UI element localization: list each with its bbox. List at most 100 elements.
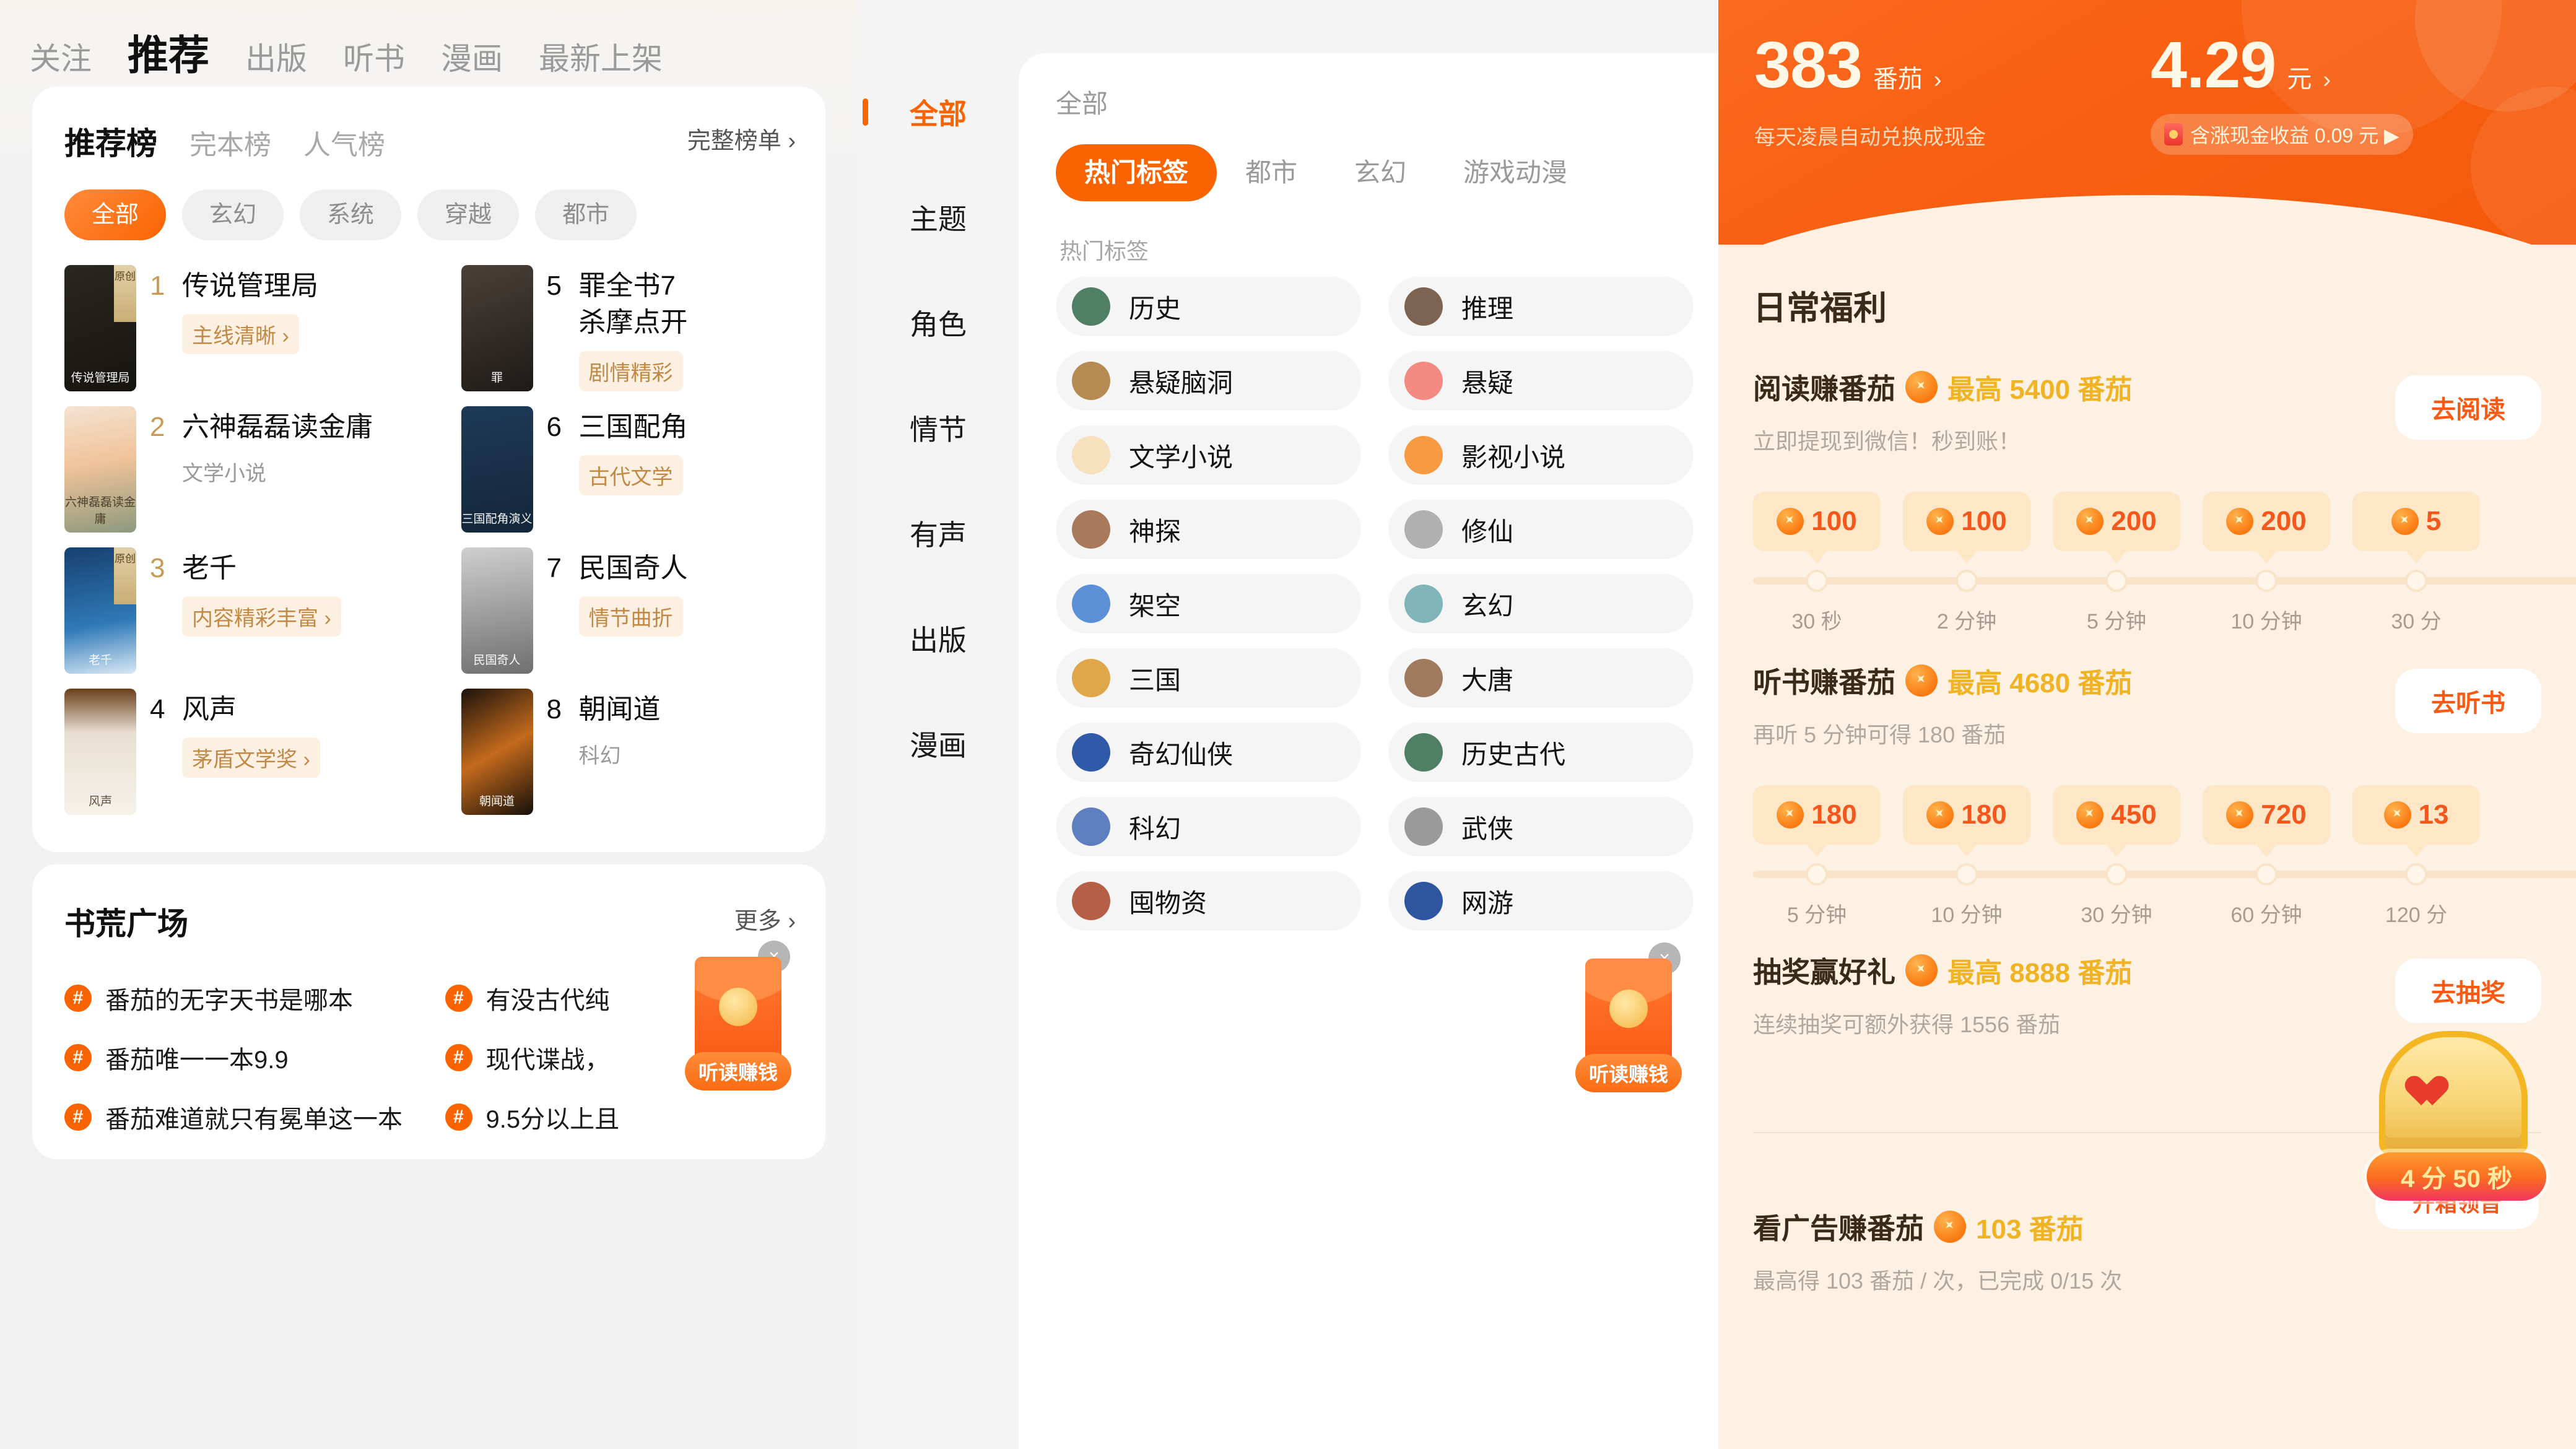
timeline-node[interactable]: 13 <box>2352 785 2480 845</box>
tag-label: 修仙 <box>1461 516 1514 546</box>
tag-item[interactable]: 三国 <box>1056 648 1361 708</box>
tag-item[interactable]: 武侠 <box>1388 797 1694 856</box>
sidebar-item-audio[interactable]: 有声 <box>858 481 1019 586</box>
book-meta: 1 传说管理局 主线清晰 › <box>136 265 318 355</box>
list-item[interactable]: # 番茄难道就只有冕单这一本 <box>64 1087 445 1147</box>
book-rank-number: 6 <box>546 412 562 442</box>
tag-item[interactable]: 修仙 <box>1388 500 1694 559</box>
tomato-balance-block[interactable]: 383 番茄 › 每天凌晨自动兑换成现金 <box>1754 32 2052 155</box>
rank-tab-completed[interactable]: 完本榜 <box>189 123 271 162</box>
tag-item[interactable]: 推理 <box>1388 277 1694 336</box>
tag-item[interactable]: 影视小说 <box>1388 425 1694 485</box>
tab-recommend[interactable]: 推荐 <box>128 22 209 82</box>
timeline-node[interactable]: 200 <box>2053 492 2180 551</box>
list-item[interactable]: # 9.5分以上且 <box>445 1087 826 1147</box>
chip-system[interactable]: 系统 <box>300 189 402 240</box>
tab-urban[interactable]: 都市 <box>1217 144 1326 201</box>
tab-publish[interactable]: 出版 <box>245 34 307 79</box>
tomato-balance: 383 番茄 › <box>1754 32 2052 98</box>
tab-hot-tags[interactable]: 热门标签 <box>1056 144 1217 201</box>
book-list-item[interactable]: 原创 传说管理局 1 传说管理局 主线清晰 › <box>32 265 429 401</box>
tab-follow[interactable]: 关注 <box>30 34 92 79</box>
timeline-node[interactable]: 5 <box>2352 492 2480 551</box>
mountain-icon <box>1404 585 1443 623</box>
book-meta: 5 罪全书7 杀摩点开 剧情精彩 <box>533 265 688 391</box>
sidebar-item-all[interactable]: 全部 <box>858 59 1019 165</box>
timeline-node[interactable]: 200 <box>2203 492 2330 551</box>
sidebar-item-plot[interactable]: 情节 <box>858 375 1019 481</box>
timeline-label: 10 分钟 <box>1931 903 2003 927</box>
tag-item[interactable]: 玄幻 <box>1388 574 1694 633</box>
tag-item[interactable]: 神探 <box>1056 500 1361 559</box>
full-ranking-link[interactable]: 完整榜单 › <box>687 121 796 155</box>
tag-item[interactable]: 悬疑 <box>1388 351 1694 411</box>
sidebar-item-comic[interactable]: 漫画 <box>858 691 1019 796</box>
detective-hat-icon <box>1404 287 1443 326</box>
timeline-node[interactable]: 720 <box>2203 785 2330 845</box>
book-list-item[interactable]: 风声 4 风声 茅盾文学奖 › <box>32 689 429 825</box>
book-tag[interactable]: 内容精彩丰富 › <box>182 596 341 637</box>
tab-audiobook[interactable]: 听书 <box>343 34 405 79</box>
tag-item[interactable]: 架空 <box>1056 574 1361 633</box>
chip-timetravel[interactable]: 穿越 <box>417 189 520 240</box>
go-listen-button[interactable]: 去听书 <box>2395 669 2541 733</box>
plaza-topic-label: 9.5分以上且 <box>485 1106 620 1133</box>
tag-item[interactable]: 大唐 <box>1388 648 1694 708</box>
timeline-node[interactable]: 450 <box>2053 785 2180 845</box>
book-list-item[interactable]: 原创 老千 3 老千 内容精彩丰富 › <box>32 547 429 684</box>
timeline-node[interactable]: 100 <box>1903 492 2030 551</box>
reward-block-listening: 听书赚番茄 最高 4680 番茄 再听 5 分钟可得 180 番茄 去听书 18… <box>1753 646 2576 940</box>
timeline-node[interactable]: 180 <box>1903 785 2030 845</box>
timeline-node[interactable]: 180 <box>1753 785 1881 845</box>
book-list-item[interactable]: 民国奇人 7 民国奇人 情节曲折 <box>429 547 826 684</box>
tab-game-anime[interactable]: 游戏动漫 <box>1435 144 1596 201</box>
tag-item[interactable]: 奇幻仙侠 <box>1056 723 1361 782</box>
rank-tab-recommend[interactable]: 推荐榜 <box>64 119 157 163</box>
rank-tab-popular[interactable]: 人气榜 <box>303 123 385 162</box>
tag-item[interactable]: 囤物资 <box>1056 871 1361 931</box>
list-item[interactable]: # 番茄的无字天书是哪本 <box>64 968 445 1028</box>
tab-comic[interactable]: 漫画 <box>441 34 503 79</box>
tag-label: 武侠 <box>1461 814 1514 843</box>
tab-newest[interactable]: 最新上架 <box>539 34 663 79</box>
book-list-item[interactable]: 罪 5 罪全书7 杀摩点开 剧情精彩 <box>429 265 826 401</box>
go-read-button[interactable]: 去阅读 <box>2395 375 2541 440</box>
tag-item[interactable]: 悬疑脑洞 <box>1056 351 1361 411</box>
chevron-right-icon: › <box>2323 67 2331 93</box>
book-list-item[interactable]: 六神磊磊读金庸 2 六神磊磊读金庸 文学小说 <box>32 406 429 542</box>
plaza-more-link[interactable]: 更多 › <box>734 902 796 936</box>
book-tag[interactable]: 剧情精彩 <box>578 350 683 391</box>
tag-item[interactable]: 文学小说 <box>1056 425 1361 485</box>
tab-xuanhuan[interactable]: 玄幻 <box>1326 144 1435 201</box>
chip-urban[interactable]: 都市 <box>535 189 637 240</box>
history-icon <box>1072 287 1110 326</box>
book-list-item[interactable]: 朝闻道 8 朝闻道 科幻 <box>429 689 826 825</box>
tag-item[interactable]: 历史 <box>1056 277 1361 336</box>
book-tag[interactable]: 茅盾文学奖 › <box>182 738 320 778</box>
earn-money-button[interactable]: 听读赚钱 <box>1575 1054 1682 1092</box>
book-tag[interactable]: 情节曲折 <box>578 596 683 637</box>
sidebar-item-publish[interactable]: 出版 <box>858 586 1019 691</box>
tag-item[interactable]: 科幻 <box>1056 797 1361 856</box>
go-lottery-button[interactable]: 去抽奖 <box>2395 959 2541 1023</box>
chip-xuanhuan[interactable]: 玄幻 <box>182 189 284 240</box>
cash-balance-block[interactable]: 4.29 元 › 含涨现金收益 0.09 元 ▶ <box>2151 32 2448 155</box>
timeline-dot <box>2255 863 2278 886</box>
immortal-icon <box>1404 510 1443 549</box>
category-content: 全部 热门标签 都市 玄幻 游戏动漫 热门标签 历史 推理 悬疑脑洞 悬疑 文学… <box>1019 53 1718 1449</box>
floating-red-packet[interactable]: × 听读赚钱 <box>1575 942 1682 1092</box>
sidebar-item-role[interactable]: 角色 <box>858 270 1019 375</box>
chip-all[interactable]: 全部 <box>64 189 167 240</box>
timeline-node[interactable]: 100 <box>1753 492 1881 551</box>
treasure-chest-widget[interactable]: 开箱领音 4 分 50 秒 <box>2361 1031 2565 1235</box>
tag-item[interactable]: 网游 <box>1388 871 1694 931</box>
book-tag[interactable]: 主线清晰 › <box>182 314 299 355</box>
floating-red-packet[interactable]: × 听读赚钱 <box>685 941 791 1090</box>
book-list-item[interactable]: 三国配角演义 6 三国配角 古代文学 <box>429 406 826 542</box>
list-item[interactable]: # 番茄唯一一本9.9 <box>64 1028 445 1087</box>
earn-money-button[interactable]: 听读赚钱 <box>685 1052 791 1090</box>
sidebar-item-theme[interactable]: 主题 <box>858 165 1019 270</box>
cash-earnings-badge[interactable]: 含涨现金收益 0.09 元 ▶ <box>2151 114 2413 155</box>
tag-item[interactable]: 历史古代 <box>1388 723 1694 782</box>
book-tag[interactable]: 古代文学 <box>578 455 683 496</box>
